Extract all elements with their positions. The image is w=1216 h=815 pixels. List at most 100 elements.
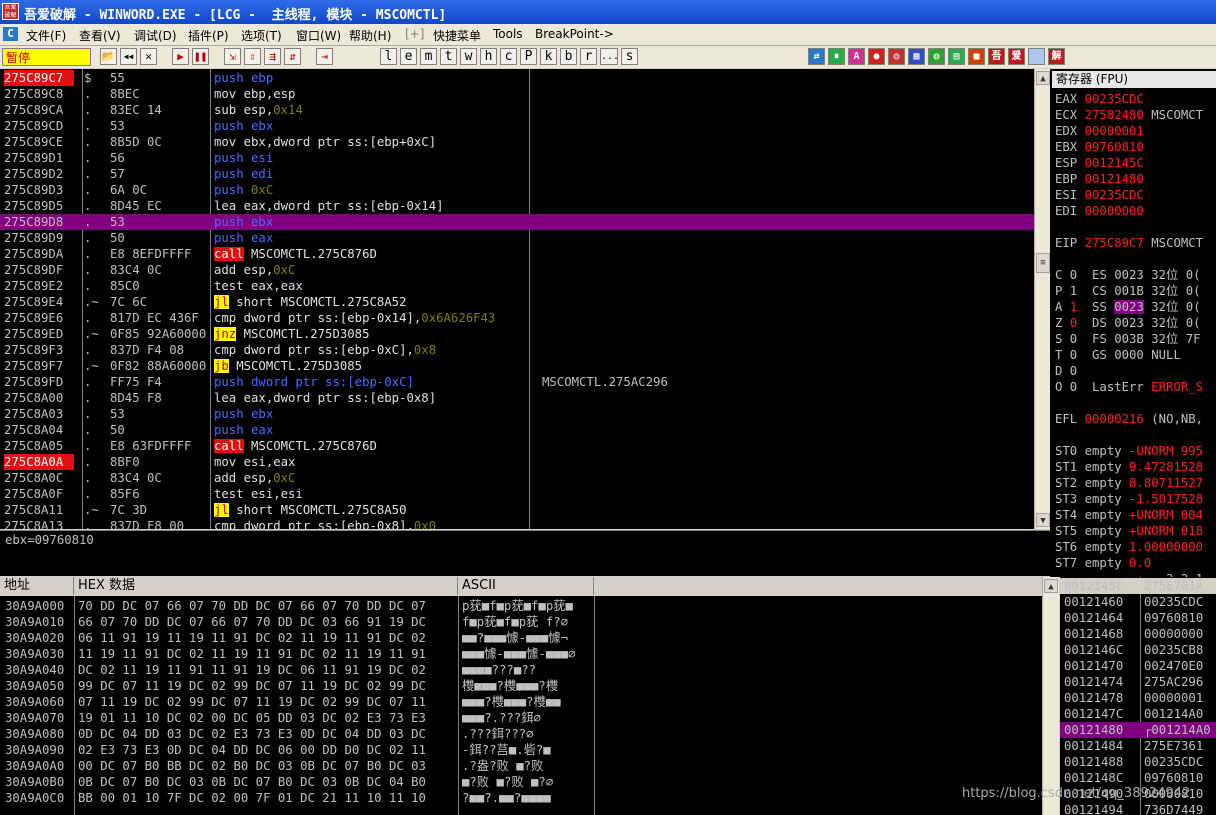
disasm-row[interactable]: 275C89D8. 53 push ebx: [0, 214, 1034, 230]
dump-row[interactable]: 30A9A0B0 0B DC 07 B0 DC 03 0B DC 07 B0 DC…: [0, 774, 1042, 790]
menu-item-5[interactable]: 窗口(W): [296, 27, 341, 44]
stack-row[interactable]: 0012146C 00235CB8: [1060, 642, 1216, 658]
disassembly-pane[interactable]: 275C89C7 $55 push ebp 275C89C8. 8BEC mov ebp,…: [0, 69, 1034, 529]
step-over-icon[interactable]: ⇳: [244, 48, 261, 65]
disasm-row[interactable]: 275C8A0A. 8BF0 mov esi,eax: [0, 454, 1034, 470]
dump-row[interactable]: 30A9A070 19 01 11 10 DC 02 00 DC 05 DD 03…: [0, 710, 1042, 726]
pause-icon[interactable]: ❚❚: [192, 48, 209, 65]
stack-row[interactable]: 00121464 09760810: [1060, 610, 1216, 626]
refresh-icon[interactable]: ⇄: [808, 48, 825, 65]
scroll-up-icon[interactable]: ▲: [1044, 579, 1058, 593]
dump-col-address[interactable]: 地址: [0, 577, 74, 595]
stack-row[interactable]: 0012147C 001214A0: [1060, 706, 1216, 722]
register-row[interactable]: P 1 CS 001B 32位 0(: [1055, 283, 1201, 299]
toolbar-c-button[interactable]: c: [500, 48, 517, 65]
disasm-row[interactable]: 275C89ED .~ 0F85 92A60000 jnz MSCOMCTL.275D…: [0, 326, 1034, 342]
scroll-thumb[interactable]: ≡: [1036, 253, 1050, 273]
registers-header[interactable]: 寄存器 (FPU): [1052, 71, 1216, 88]
scroll-down-icon[interactable]: ▼: [1036, 513, 1050, 527]
register-row[interactable]: C 0 ES 0023 32位 0(: [1055, 267, 1201, 283]
plugin-a-icon[interactable]: A: [848, 48, 865, 65]
plugin-pause-icon[interactable]: ⏸: [828, 48, 845, 65]
disassembly-scrollbar[interactable]: ▲ ≡ ▼: [1034, 69, 1051, 529]
stack-row[interactable]: 00121468 00000000: [1060, 626, 1216, 642]
disasm-row[interactable]: 275C89DA. E8 8EFDFFFF call MSCOMCTL.275C87…: [0, 246, 1034, 262]
toolbar-r-button[interactable]: r: [580, 48, 597, 65]
mdi-window-icon[interactable]: C: [3, 27, 18, 41]
disasm-row[interactable]: 275C89D5. 8D45 EC lea eax,dword ptr ss:[eb…: [0, 198, 1034, 214]
register-row[interactable]: EIP 275C89C7 MSCOMCT: [1055, 235, 1203, 251]
register-row[interactable]: ESP 0012145C: [1055, 155, 1144, 171]
register-row[interactable]: ST0 empty -UNORM 995: [1055, 443, 1203, 459]
app-logo-icon[interactable]: 吾爱 破解: [2, 3, 19, 20]
toolbar-t-button[interactable]: t: [440, 48, 457, 65]
register-row[interactable]: Z 0 DS 0023 32位 0(: [1055, 315, 1201, 331]
disasm-row[interactable]: 275C89D3. 6A 0C push 0xC: [0, 182, 1034, 198]
register-row[interactable]: ST1 empty 9.47281528: [1055, 459, 1203, 475]
dump-row[interactable]: 30A9A030 11 19 11 91 DC 02 11 19 11 91 DC…: [0, 646, 1042, 662]
menu-item-9[interactable]: Tools: [493, 27, 523, 41]
stack-row[interactable]: 00121494 736D7449: [1060, 802, 1216, 815]
dump-row[interactable]: 30A9A0C0 BB 00 01 10 7F DC 02 00 7F 01 DC…: [0, 790, 1042, 806]
stack-row[interactable]: 0012145C 275E701A: [1060, 578, 1216, 594]
execute-till-return-icon[interactable]: ⇥: [316, 48, 333, 65]
open-icon[interactable]: 📂: [100, 48, 117, 65]
stack-row[interactable]: 00121478 00000001: [1060, 690, 1216, 706]
menu-item-3[interactable]: 插件(P): [188, 27, 229, 44]
register-row[interactable]: ST5 empty +UNORM 018: [1055, 523, 1203, 539]
registers-pane[interactable]: EAX 00235CDC ECX 27582480 MSCOMCT EDX 0000…: [1050, 69, 1216, 577]
register-row[interactable]: A 1 SS 0023 32位 0(: [1055, 299, 1201, 315]
disasm-row[interactable]: 275C89C8. 8BEC mov ebp,esp: [0, 86, 1034, 102]
register-row[interactable]: ST4 empty +UNORM 004: [1055, 507, 1203, 523]
stack-row[interactable]: 00121488 00235CDC: [1060, 754, 1216, 770]
dump-row[interactable]: 30A9A080 0D DC 04 DD 03 DC 02 E3 73 E3 0D…: [0, 726, 1042, 742]
menu-item-10[interactable]: BreakPoint->: [535, 27, 614, 41]
disasm-row[interactable]: 275C89F7 .~ 0F82 88A60000 jb MSCOMCTL.275D3…: [0, 358, 1034, 374]
register-row[interactable]: EAX 00235CDC: [1055, 91, 1144, 107]
disasm-row[interactable]: 275C89D2. 57 push edi: [0, 166, 1034, 182]
register-row[interactable]: EDX 00000001: [1055, 123, 1144, 139]
dump-row[interactable]: 30A9A0A0 00 DC 07 B0 BB DC 02 B0 DC 03 0B…: [0, 758, 1042, 774]
stack-row[interactable]: 00121470 002470E0: [1060, 658, 1216, 674]
record-icon[interactable]: ●: [868, 48, 885, 65]
menu-item-6[interactable]: 帮助(H): [349, 27, 391, 44]
wuai-plugin-button-1[interactable]: 爱: [1008, 48, 1025, 65]
stack-row[interactable]: 00121480 ┌001214A0: [1060, 722, 1216, 738]
disasm-row[interactable]: 275C89CA. 83EC 14 sub esp,0x14: [0, 102, 1034, 118]
register-row[interactable]: EFL 00000216 (NO,NB,: [1055, 411, 1203, 427]
stack-row[interactable]: 00121460 00235CDC: [1060, 594, 1216, 610]
disasm-row[interactable]: 275C89CE. 8B5D 0C mov ebx,dword ptr ss:[eb…: [0, 134, 1034, 150]
toolbar-P-button[interactable]: P: [520, 48, 537, 65]
step-into-icon[interactable]: ⇲: [224, 48, 241, 65]
disasm-row[interactable]: 275C89D1. 56 push esi: [0, 150, 1034, 166]
wuai-plugin-button-0[interactable]: 吾: [988, 48, 1005, 65]
target-icon[interactable]: ◎: [888, 48, 905, 65]
toolbar-h-button[interactable]: h: [480, 48, 497, 65]
toolbar-m-button[interactable]: m: [420, 48, 437, 65]
run-icon[interactable]: ▶: [172, 48, 189, 65]
dump-row[interactable]: 30A9A090 02 E3 73 E3 0D DC 04 DD DC 06 00…: [0, 742, 1042, 758]
disasm-row[interactable]: 275C89C7 $55 push ebp: [0, 70, 1034, 86]
toolbar-blank-button[interactable]: [1028, 48, 1045, 65]
disasm-row[interactable]: 275C89CD. 53 push ebx: [0, 118, 1034, 134]
close-icon[interactable]: ✕: [140, 48, 157, 65]
trace-into-icon[interactable]: ⇶: [264, 48, 281, 65]
register-row[interactable]: ESI 00235CDC: [1055, 187, 1144, 203]
register-row[interactable]: ST6 empty 1.00000000: [1055, 539, 1203, 555]
dump-row[interactable]: 30A9A010 66 07 70 DD DC 07 66 07 70 DD DC…: [0, 614, 1042, 630]
register-row[interactable]: EDI 00000000: [1055, 203, 1144, 219]
disasm-row[interactable]: 275C89E4 .~ 7C 6C jl short MSCOMCTL.275C8A5…: [0, 294, 1034, 310]
dump-scrollbar[interactable]: ▲: [1042, 577, 1059, 815]
menu-item-7[interactable]: [+]: [405, 27, 424, 41]
toolbar-more-button[interactable]: ...: [600, 48, 619, 65]
disasm-row[interactable]: 275C89FD. FF75 F4 push dword ptr ss:[ebp-0…: [0, 374, 1034, 390]
trace-over-icon[interactable]: ⇵: [284, 48, 301, 65]
toolbar-w-button[interactable]: w: [460, 48, 477, 65]
toolbar-l-button[interactable]: l: [380, 48, 397, 65]
disasm-row[interactable]: 275C89F3. 837D F4 08 cmp dword ptr ss:[ebp…: [0, 342, 1034, 358]
dump-col-hex[interactable]: HEX 数据: [74, 577, 458, 595]
stack-row[interactable]: 00121474 275AC296: [1060, 674, 1216, 690]
grid-icon[interactable]: ▦: [908, 48, 925, 65]
toolbar-b-button[interactable]: b: [560, 48, 577, 65]
square-icon[interactable]: ■: [968, 48, 985, 65]
